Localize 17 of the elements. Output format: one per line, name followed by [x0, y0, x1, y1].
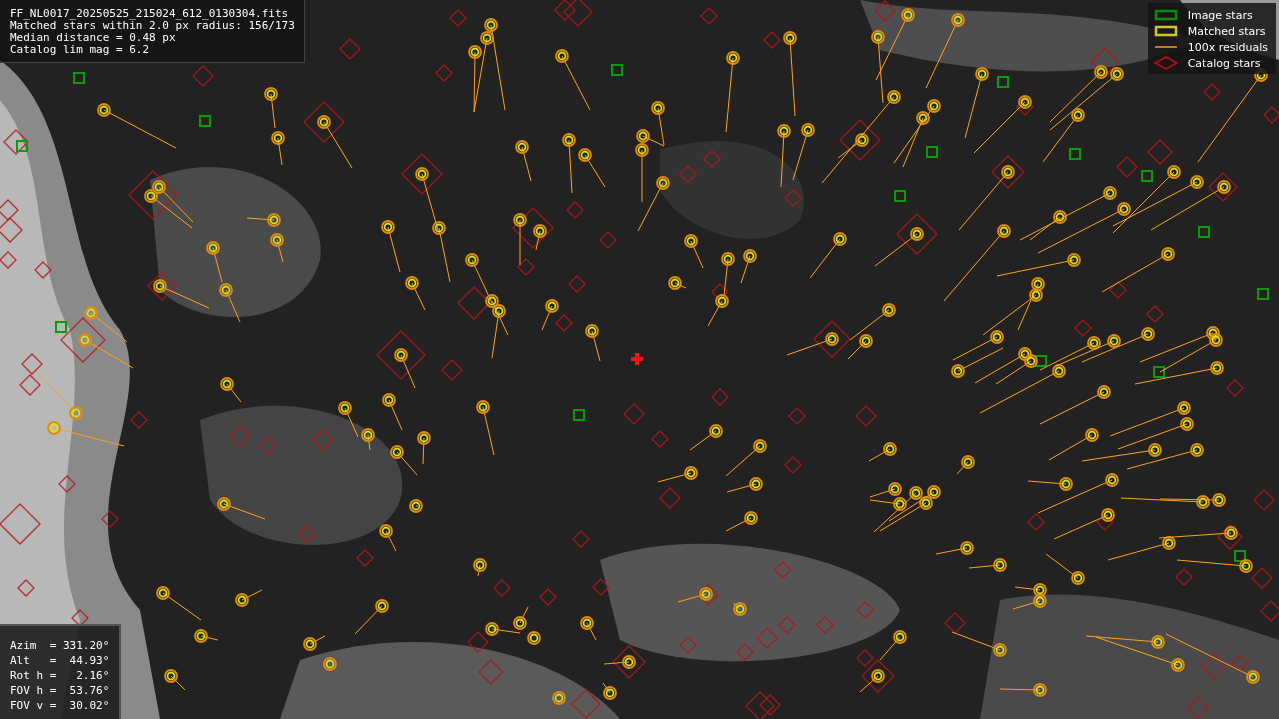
rectangle-icon: [1153, 24, 1178, 38]
pointing-line: Rot h = 2.16°: [10, 668, 110, 683]
pointing-line: FOV h = 53.76°: [10, 683, 110, 698]
legend-label: Image stars: [1187, 8, 1253, 22]
pointing-line: Alt = 44.93°: [10, 653, 110, 668]
pointing-line: Azim = 331.20°: [10, 638, 110, 653]
legend-label: Matched stars: [1187, 24, 1266, 38]
legend-label: Catalog stars: [1187, 56, 1261, 70]
cross-icon: [631, 353, 643, 365]
info-line: FF_NL0017_20250525_215024_612_0130304.fits: [10, 8, 290, 20]
info-line: Matched stars within 2.0 px radius: 156/173: [10, 20, 295, 32]
square-icon: [1153, 8, 1178, 22]
diamond-icon: [1153, 56, 1178, 70]
info-line: Catalog lim mag = 6.2: [10, 44, 151, 56]
legend-label: 100x residuals: [1187, 40, 1268, 54]
pointing-line: FOV v = 30.02°: [10, 698, 110, 713]
info-line: Median distance = 0.48 px: [10, 32, 177, 44]
